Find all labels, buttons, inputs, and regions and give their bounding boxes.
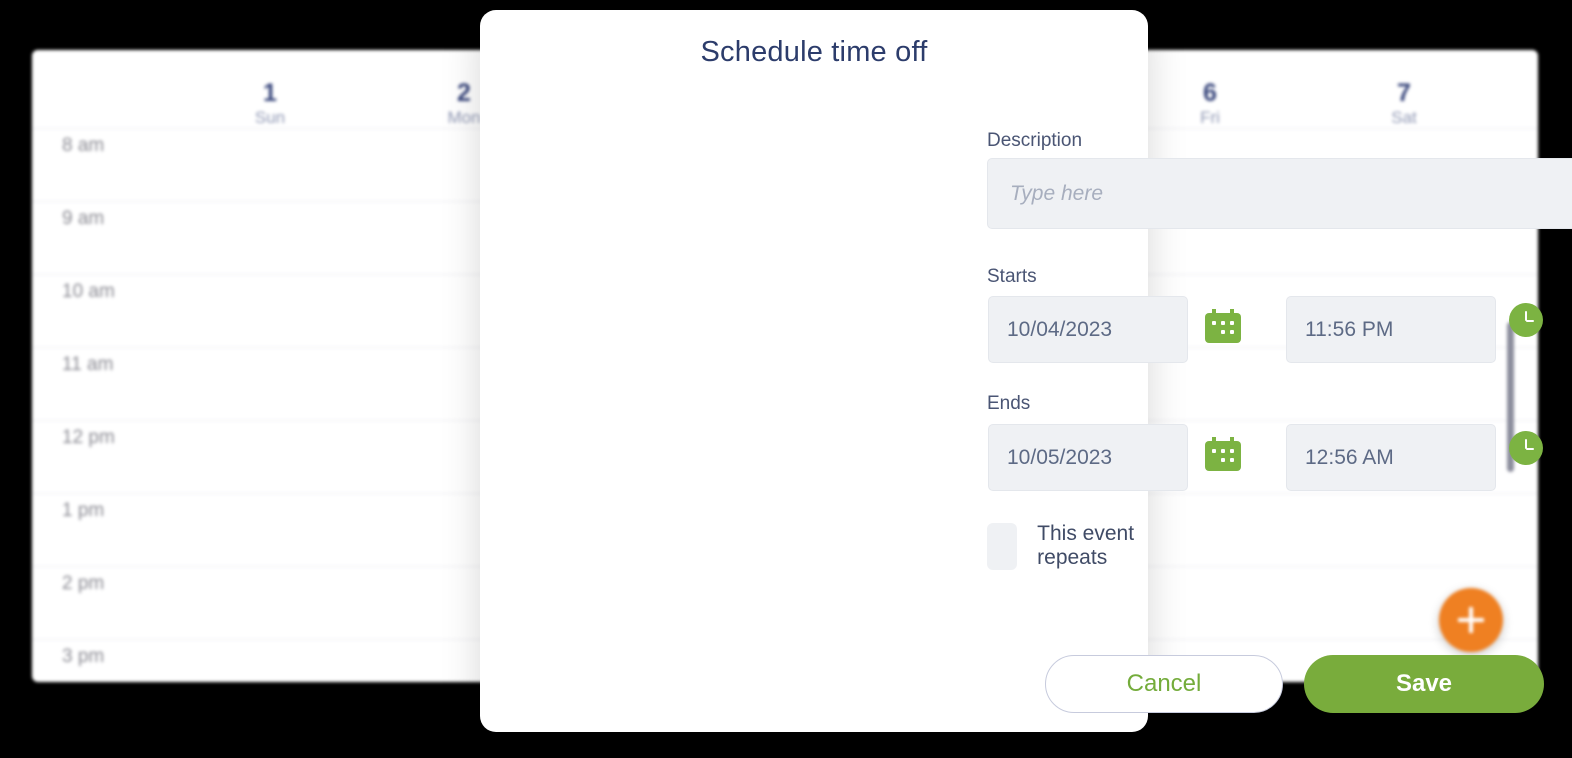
clock-icon[interactable] (1509, 303, 1543, 337)
event-repeats-row[interactable]: This event repeats (987, 522, 1148, 570)
day-number: 1 (262, 79, 278, 107)
end-time-input[interactable] (1286, 424, 1496, 491)
hour-label: 9 am (62, 208, 105, 229)
add-event-fab-plus-icon[interactable] (1439, 588, 1503, 652)
end-date-input[interactable] (988, 424, 1188, 491)
dialog-title: Schedule time off (700, 36, 928, 68)
calendar-icon-dots (1212, 449, 1234, 465)
hour-label: 1 pm (62, 500, 105, 521)
day-name: Sun (254, 108, 286, 127)
day-name: Fri (1200, 108, 1220, 127)
schedule-time-off-dialog: Schedule time off Description Starts End… (480, 10, 1572, 732)
description-label: Description (987, 130, 1083, 151)
cancel-button[interactable]: Cancel (1045, 655, 1283, 713)
calendar-day-column[interactable]: 1 Sun (210, 80, 330, 128)
app-screen: 1 Sun 2 Mon 6 Fri 7 Sat 8 am 9 am 10 am … (0, 0, 1572, 758)
calendar-day-column[interactable]: 7 Sat (1344, 80, 1464, 128)
day-name: Sat (1391, 108, 1417, 127)
event-repeats-label: This event repeats (1037, 522, 1135, 569)
save-button[interactable]: Save (1304, 655, 1544, 713)
hour-label: 8 am (62, 135, 105, 156)
start-time-input[interactable] (1286, 296, 1496, 363)
hour-label: 11 am (62, 354, 114, 375)
hour-label: 3 pm (62, 646, 105, 667)
day-number: 6 (1202, 79, 1218, 107)
clock-icon[interactable] (1509, 431, 1543, 465)
event-repeats-checkbox[interactable] (987, 522, 1018, 570)
day-number: 7 (1396, 79, 1412, 107)
calendar-day-column[interactable]: 6 Fri (1150, 80, 1270, 128)
ends-label: Ends (987, 393, 1031, 414)
calendar-icon[interactable] (1205, 309, 1241, 343)
starts-label: Starts (987, 266, 1037, 287)
hour-label: 10 am (62, 281, 115, 302)
calendar-icon-dots (1212, 321, 1234, 337)
hour-label: 2 pm (62, 573, 105, 594)
description-input[interactable] (987, 158, 1572, 229)
start-date-input[interactable] (988, 296, 1188, 363)
hour-label: 12 pm (62, 427, 115, 448)
calendar-icon[interactable] (1205, 437, 1241, 471)
